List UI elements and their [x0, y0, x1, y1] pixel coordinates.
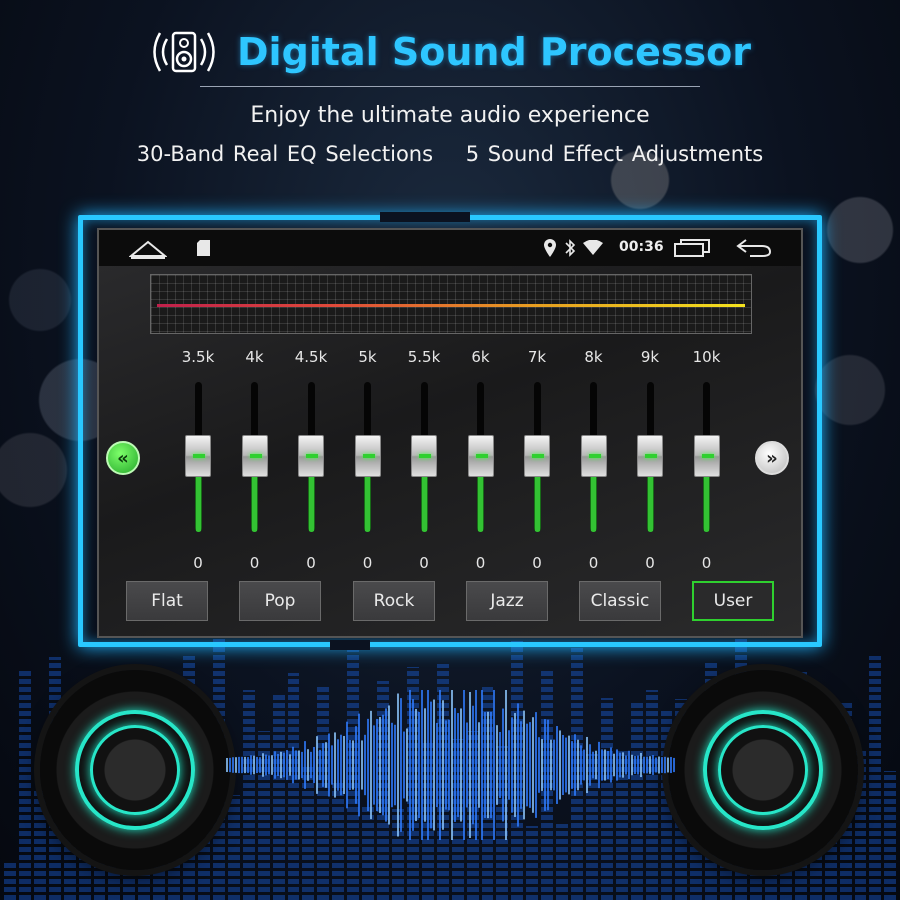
- title-row: Digital Sound Processor: [0, 22, 900, 82]
- back-icon[interactable]: [736, 238, 772, 258]
- bluetooth-icon: [565, 239, 576, 257]
- preset-flat-button[interactable]: Flat: [126, 581, 208, 621]
- band-gain-value: 0: [193, 554, 203, 572]
- sd-card-icon: [197, 240, 210, 256]
- band-frequency-label: 6k: [471, 348, 490, 366]
- background-bar: [869, 655, 882, 900]
- band-gain-value: 0: [306, 554, 316, 572]
- background-bar: [884, 770, 897, 900]
- band-slider-knob[interactable]: [241, 435, 268, 477]
- speaker-ring: [90, 725, 180, 815]
- band-frequency-label: 8k: [584, 348, 603, 366]
- band-frequency-label: 10k: [692, 348, 721, 366]
- home-icon[interactable]: [129, 238, 167, 260]
- neon-frame-gap: [330, 640, 370, 650]
- feature-eq-bands: 30-Band Real EQ Selections: [136, 142, 434, 166]
- band-slider-knob[interactable]: [637, 435, 663, 477]
- location-icon: [544, 239, 556, 257]
- preset-rock-button[interactable]: Rock: [353, 581, 435, 621]
- neon-frame-gap: [380, 212, 470, 222]
- speaker-ring: [718, 725, 808, 815]
- band-slider-knob[interactable]: [411, 435, 437, 477]
- header: Digital Sound Processor Enjoy the ultima…: [0, 22, 900, 166]
- band-gain-value: 0: [588, 554, 599, 572]
- status-bar: 00:36: [99, 230, 801, 266]
- band-slider-knob[interactable]: [580, 435, 607, 477]
- band-gain-value: 0: [419, 554, 429, 572]
- preset-user-button[interactable]: User: [692, 581, 774, 621]
- title-divider: [200, 86, 700, 87]
- wifi-icon: [583, 240, 603, 255]
- band-frequency-label: 7k: [527, 348, 547, 366]
- band-frequency-label: 5k: [358, 348, 377, 366]
- right-speaker: [668, 670, 858, 870]
- feature-sound-effects: 5 Sound Effect Adjustments: [465, 142, 764, 166]
- feature-line: 30-Band Real EQ Selections 5 Sound Effec…: [0, 142, 900, 166]
- band-gain-value: 0: [362, 554, 373, 572]
- band-frequency-label: 9k: [640, 348, 660, 366]
- band-gain-value: 0: [475, 554, 486, 572]
- band-gain-value: 0: [701, 554, 712, 572]
- preset-jazz-button[interactable]: Jazz: [466, 581, 548, 621]
- band-gain-value: 0: [532, 554, 542, 572]
- spectrum-curve: [157, 304, 745, 307]
- band-frequency-label: 3.5k: [181, 348, 215, 366]
- band-frequency-label: 4.5k: [294, 348, 328, 366]
- window-icon[interactable]: [673, 238, 711, 258]
- band-slider-knob[interactable]: [467, 435, 494, 477]
- background-bar: [4, 860, 16, 900]
- double-chevron-left-icon[interactable]: «: [106, 441, 140, 475]
- background-bar: [18, 669, 31, 900]
- preset-classic-button[interactable]: Classic: [579, 581, 661, 621]
- preset-pop-button[interactable]: Pop: [239, 581, 321, 621]
- double-chevron-right-icon[interactable]: »: [755, 441, 789, 475]
- head-unit-screen: 00:36 3.5k 0 4k 0 4.5k 0 5k 0 5.5k 0 6k 0 7k 0 8k 0 9k 0 1…: [97, 228, 803, 638]
- band-slider-knob[interactable]: [524, 435, 550, 477]
- page-title: Digital Sound Processor: [237, 30, 751, 74]
- band-slider-knob[interactable]: [185, 435, 211, 477]
- band-slider-knob[interactable]: [298, 435, 324, 477]
- sound-wave: [226, 690, 675, 840]
- band-slider-knob[interactable]: [693, 435, 720, 477]
- left-speaker: [40, 670, 230, 870]
- spectrum-display: [150, 274, 752, 334]
- band-frequency-label: 5.5k: [407, 348, 441, 366]
- background-bar: [33, 790, 46, 900]
- speaker-logo-icon: [153, 31, 215, 73]
- band-slider-knob[interactable]: [354, 435, 381, 477]
- band-frequency-label: 4k: [245, 348, 264, 366]
- subtitle: Enjoy the ultimate audio experience: [250, 103, 650, 128]
- band-gain-value: 0: [249, 554, 260, 572]
- clock: 00:36: [619, 239, 664, 255]
- band-gain-value: 0: [645, 554, 655, 572]
